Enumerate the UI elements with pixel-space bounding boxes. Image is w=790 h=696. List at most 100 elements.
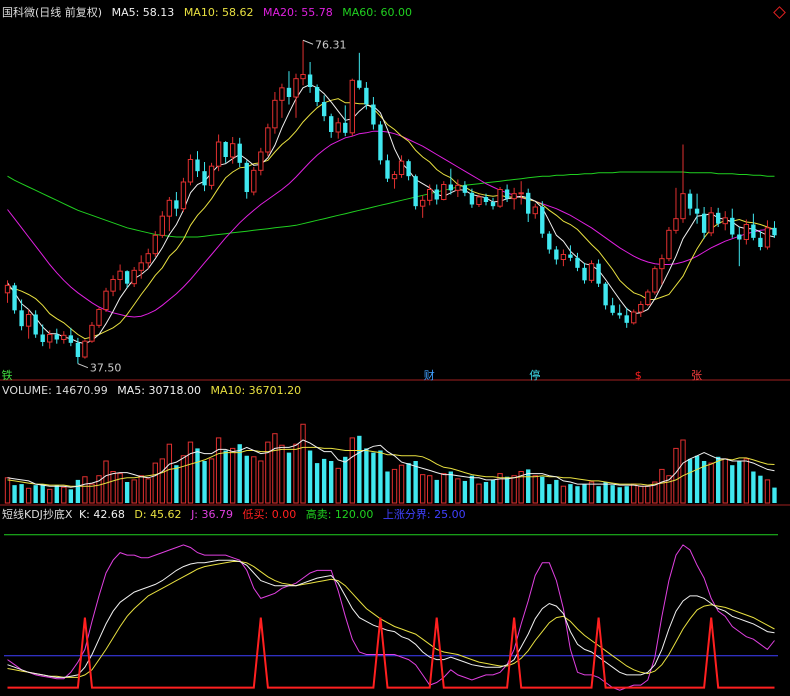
candle-body: [110, 279, 116, 292]
candle-body: [652, 268, 658, 293]
volume-bar: [631, 483, 637, 504]
volume-bar: [180, 455, 187, 504]
candle-body: [187, 159, 194, 183]
volume-bar: [293, 443, 299, 504]
candle-body: [237, 143, 242, 163]
volume-bar: [476, 483, 482, 504]
candle-body: [180, 181, 187, 210]
candle-body: [722, 217, 728, 225]
volume-bar: [540, 476, 545, 503]
candle-body: [117, 270, 123, 280]
candle-body: [716, 212, 721, 224]
kdj-boundary-label: 上涨分界: 25.00: [382, 508, 466, 521]
candle-body: [659, 258, 665, 270]
candle-body: [511, 193, 517, 200]
candle-body: [343, 122, 348, 133]
volume-bar: [378, 450, 383, 503]
volume-bar: [117, 473, 123, 504]
candle-body: [448, 184, 453, 191]
candle-body: [215, 141, 222, 167]
candle-body: [40, 334, 45, 342]
candle-body: [575, 257, 580, 268]
kdj-low-buy-label: 低买: 0.00: [242, 508, 297, 521]
candle-body: [293, 78, 299, 98]
candle-body: [560, 254, 567, 260]
volume-bar: [413, 461, 418, 503]
volume-bar: [483, 482, 489, 503]
candle-body: [596, 263, 601, 284]
candle-body: [568, 254, 573, 258]
candle-body: [743, 224, 750, 240]
candle-body: [47, 334, 53, 343]
candle-body: [504, 189, 510, 199]
volume-bar: [469, 475, 475, 503]
volume-bar: [82, 476, 88, 504]
candle-body: [96, 309, 102, 326]
volume-bar: [504, 476, 510, 503]
volume-bar: [441, 473, 447, 504]
ma10-line: [7, 98, 775, 340]
volume-bar: [532, 475, 538, 504]
candle-body: [75, 342, 81, 357]
candle-body: [758, 237, 763, 247]
volume-bar: [195, 448, 200, 503]
candle-body: [202, 171, 207, 186]
candle-body: [526, 192, 531, 214]
event-marker: $: [635, 369, 642, 382]
volume-bar: [307, 450, 313, 503]
candle-body: [314, 87, 320, 102]
volume-bar: [223, 450, 228, 503]
volume-label: VOLUME: 14670.99: [2, 384, 108, 397]
candle-body: [730, 217, 735, 235]
volume-bar: [758, 475, 763, 503]
candle-body: [701, 213, 707, 233]
volume-bar: [680, 439, 686, 504]
volume-bar: [314, 463, 320, 503]
candle-body: [582, 267, 587, 281]
volume-bar: [419, 474, 426, 504]
volume-bar: [349, 437, 355, 504]
candle-body: [131, 269, 137, 285]
ma5-line: [7, 83, 775, 345]
volume-bar: [448, 471, 453, 503]
candle-body: [265, 127, 271, 153]
kdj-k-line: [7, 559, 775, 678]
volume-bar: [251, 456, 257, 504]
candle-body: [532, 206, 538, 215]
volume-bar: [772, 487, 777, 503]
candle-body: [258, 151, 264, 171]
candle-body: [174, 200, 179, 209]
candle-body: [349, 79, 355, 134]
ma60-label: MA60: 60.00: [342, 6, 412, 19]
candle-body: [279, 87, 285, 101]
price-legend: 国科微(日线 前复权) MA5: 58.13 MA10: 58.62 MA20:…: [2, 6, 418, 20]
kdj-k-label: K: 42.68: [78, 508, 125, 521]
candle-body: [230, 143, 236, 158]
volume-bar: [230, 447, 236, 504]
candle-body: [244, 162, 249, 192]
volume-bar: [391, 468, 398, 504]
annotation-leader: [302, 39, 314, 45]
volume-bar: [68, 489, 74, 503]
volume-bar: [737, 461, 742, 503]
candle-body: [208, 165, 215, 186]
volume-bar: [166, 443, 173, 504]
candle-body: [145, 253, 151, 264]
candle-body: [610, 305, 615, 313]
candle-body: [195, 159, 200, 172]
volume-bar: [12, 485, 17, 503]
kdj-d-line: [7, 561, 775, 678]
candle-body: [166, 199, 173, 217]
kdj-legend: 短线KDJ抄底X K: 42.68 D: 45.62 J: 36.79 低买: …: [2, 508, 472, 522]
candle-body: [335, 122, 341, 133]
kdj-title: 短线KDJ抄底X: [2, 508, 73, 521]
candle-body: [378, 124, 383, 161]
volume-bar: [159, 458, 165, 504]
volume-bar: [588, 481, 595, 504]
volume-bar: [357, 435, 362, 503]
candle-body: [547, 233, 552, 250]
kline-chart[interactable]: 76.31 37.50 铁 财 停 $ 张: [0, 0, 790, 696]
candle-body: [385, 160, 390, 179]
volume-bar: [343, 456, 348, 503]
candle-body: [68, 335, 74, 343]
